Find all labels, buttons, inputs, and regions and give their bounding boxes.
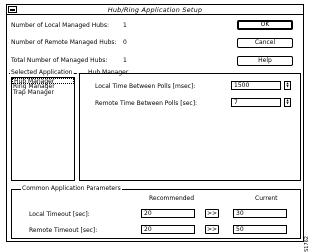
local-timeout-label: Local Timeout [sec]: [29,211,90,218]
local-hubs-label: Number of Local Managed Hubs: [11,22,109,29]
help-button[interactable]: Help [237,56,293,66]
local-time-spinner[interactable]: ▲ ▼ [284,81,291,90]
total-hubs-value: 1 [123,57,127,64]
local-time-input[interactable]: 1500 [231,81,281,90]
title-bar: Hub/Ring Application Setup [7,5,303,15]
remote-time-label: Remote Time Between Polls [sec]: [95,100,198,107]
remote-hubs-value: 0 [123,39,127,46]
remote-time-spinner[interactable]: ▲ ▼ [284,98,291,107]
local-hubs-value: 1 [123,22,127,29]
figure-id: S1762 [304,236,310,252]
selected-application-label: Selected Application [10,69,74,76]
remote-time-input[interactable]: 7 [231,98,281,107]
remote-timeout-label: Remote Timeout [sec]: [29,227,98,234]
cancel-button[interactable]: Cancel [237,38,293,48]
window-title: Hub/Ring Application Setup [107,6,203,14]
application-list[interactable]: Hub Manager Ring Manager Trap Manager [11,77,75,181]
recommended-header: Recommended [149,195,195,202]
local-time-label: Local Time Between Polls [msec]: [95,83,196,90]
local-timeout-current[interactable]: 30 [233,209,287,218]
ok-button[interactable]: OK [237,20,293,30]
current-header: Current [255,195,278,202]
remote-timeout-recommended: 20 [141,225,195,234]
remote-timeout-current[interactable]: 50 [233,225,287,234]
list-item[interactable]: Trap Manager [12,90,74,96]
remote-hubs-label: Number of Remote Managed Hubs: [11,39,117,46]
common-parameters-label: Common Application Parameters [21,185,122,192]
total-hubs-label: Total Number of Managed Hubs: [11,57,108,64]
copy-local-timeout-button[interactable]: >> [205,209,219,218]
copy-remote-timeout-button[interactable]: >> [205,225,219,234]
local-timeout-recommended: 20 [141,209,195,218]
dialog-window: Hub/Ring Application Setup Number of Loc… [6,4,304,242]
